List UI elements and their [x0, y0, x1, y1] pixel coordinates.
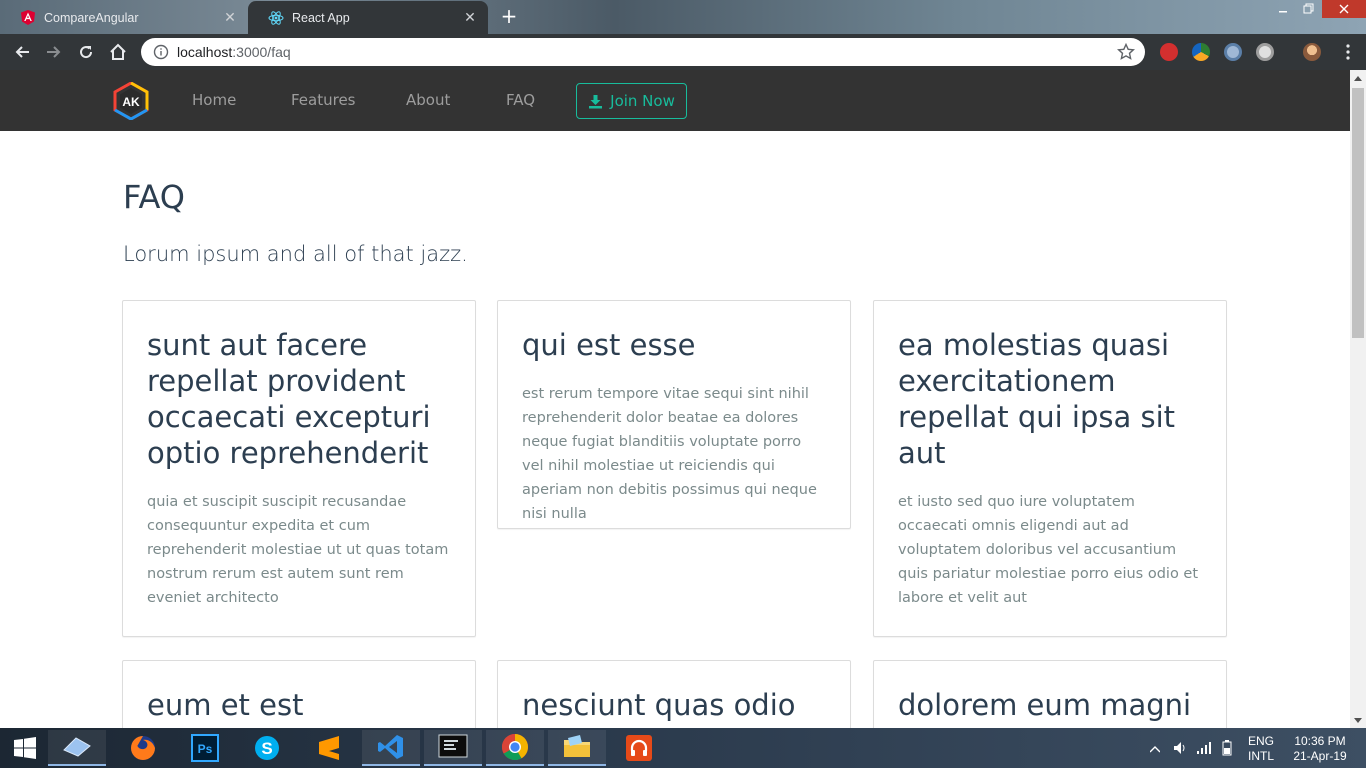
- home-icon[interactable]: [106, 40, 130, 64]
- faq-card-body: et iusto sed quo iure voluptatem occaeca…: [898, 494, 1199, 606]
- extension-icon[interactable]: [1224, 43, 1242, 61]
- skype-icon[interactable]: S: [238, 730, 296, 766]
- clock-date: 21-Apr-19: [1293, 749, 1347, 763]
- network-icon[interactable]: [1196, 740, 1212, 768]
- clock-time: 10:36 PM: [1294, 734, 1346, 748]
- firefox-icon[interactable]: [114, 730, 172, 766]
- faq-card-title: nesciunt quas odio: [522, 688, 796, 722]
- nav-link-home[interactable]: Home: [192, 91, 236, 109]
- close-icon[interactable]: ✕: [222, 10, 238, 26]
- address-bar[interactable]: localhost:3000/faq: [141, 38, 1145, 66]
- close-icon[interactable]: ✕: [462, 10, 478, 26]
- task-view-icon[interactable]: [48, 730, 106, 766]
- faq-card-title: dolorem eum magni: [898, 688, 1192, 722]
- new-tab-button[interactable]: +: [498, 6, 520, 28]
- sublime-text-icon[interactable]: [300, 730, 358, 766]
- terminal-icon[interactable]: [424, 730, 482, 766]
- nav-link-faq[interactable]: FAQ: [506, 91, 535, 109]
- faq-card: sunt aut facere repellat provident occae…: [122, 300, 476, 637]
- faq-card-title: sunt aut facere repellat provident occae…: [147, 328, 431, 470]
- react-icon: [268, 10, 284, 26]
- url-path: :3000/faq: [232, 44, 291, 60]
- faq-card: ea molestias quasi exercitationem repell…: [873, 300, 1227, 637]
- photoshop-icon[interactable]: Ps: [176, 730, 234, 766]
- adblock-extension-icon[interactable]: [1160, 43, 1178, 61]
- faq-card-body: quia et suscipit suscipit recusandae con…: [147, 494, 449, 606]
- url-host: localhost: [177, 44, 233, 60]
- window-close-icon[interactable]: [1322, 0, 1366, 18]
- angular-icon: [20, 10, 36, 26]
- windows-taskbar: Ps S ENG INTL 10:36 PM 21-Apr-19: [0, 728, 1366, 768]
- reload-icon[interactable]: [74, 40, 98, 64]
- brand-text: AK: [122, 95, 140, 109]
- page-title: FAQ: [123, 178, 185, 216]
- nav-link-features[interactable]: Features: [291, 91, 356, 109]
- vscode-icon[interactable]: [362, 730, 420, 766]
- join-now-label: Join Now: [610, 92, 675, 110]
- browser-tab-strip: CompareAngular ✕ React App ✕ +: [0, 0, 1366, 34]
- volume-icon[interactable]: [1172, 740, 1188, 768]
- bookmark-star-icon[interactable]: [1117, 43, 1135, 61]
- tab-title: CompareAngular: [44, 10, 139, 25]
- svg-text:Ps: Ps: [198, 742, 213, 756]
- back-icon[interactable]: [10, 40, 34, 64]
- show-hidden-icons-icon[interactable]: [1149, 742, 1161, 768]
- keyboard-layout: INTL: [1248, 749, 1275, 763]
- battery-icon[interactable]: [1220, 740, 1234, 768]
- scroll-thumb[interactable]: [1352, 88, 1364, 338]
- tab-title: React App: [292, 10, 350, 25]
- system-clock[interactable]: 10:36 PM 21-Apr-19: [1290, 734, 1350, 768]
- faq-card: qui est esse est rerum tempore vitae seq…: [497, 300, 851, 529]
- browser-tab-compareangular[interactable]: CompareAngular ✕: [0, 1, 248, 34]
- faq-card-title: qui est esse: [522, 328, 696, 362]
- windows-start-icon[interactable]: [0, 730, 50, 766]
- window-minimize-icon[interactable]: [1270, 0, 1296, 18]
- page-lead: Lorum ipsum and all of that jazz.: [123, 242, 468, 266]
- info-icon[interactable]: [153, 44, 169, 60]
- window-restore-icon[interactable]: [1296, 0, 1322, 18]
- file-explorer-icon[interactable]: [548, 730, 606, 766]
- browser-toolbar: localhost:3000/faq: [0, 34, 1366, 70]
- forward-icon[interactable]: [42, 40, 66, 64]
- join-now-button[interactable]: Join Now: [576, 83, 687, 119]
- menu-icon[interactable]: [1336, 40, 1360, 64]
- site-navbar: AK Home Features About FAQ Join Now: [0, 70, 1350, 131]
- download-icon: [589, 94, 603, 108]
- language-indicator[interactable]: ENG INTL: [1248, 734, 1274, 768]
- brand-logo[interactable]: AK: [113, 81, 149, 121]
- nav-link-about[interactable]: About: [406, 91, 450, 109]
- profile-avatar[interactable]: [1303, 43, 1321, 61]
- faq-card-body: est rerum tempore vitae sequi sint nihil…: [522, 386, 817, 522]
- language-code: ENG: [1248, 734, 1275, 748]
- scroll-down-icon[interactable]: [1350, 712, 1366, 728]
- page-scrollbar[interactable]: [1350, 70, 1366, 728]
- chrome-icon[interactable]: [486, 730, 544, 766]
- faq-card-title: ea molestias quasi exercitationem repell…: [898, 328, 1176, 470]
- extension-icon[interactable]: [1192, 43, 1210, 61]
- scroll-up-icon[interactable]: [1350, 70, 1366, 86]
- browser-tab-react-app[interactable]: React App ✕: [248, 1, 488, 34]
- url-text: localhost:3000/faq: [177, 44, 291, 60]
- extension-icon[interactable]: [1256, 43, 1274, 61]
- svg-text:S: S: [261, 739, 272, 758]
- music-player-icon[interactable]: [610, 730, 668, 766]
